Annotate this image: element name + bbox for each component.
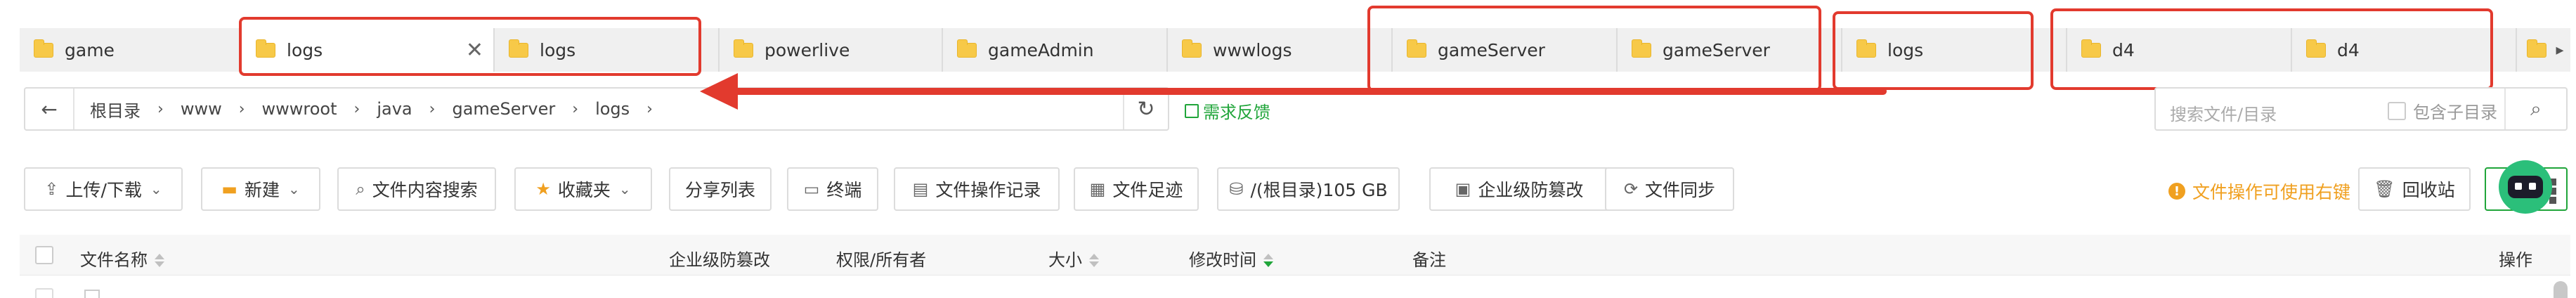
sort-icon[interactable] bbox=[1089, 254, 1099, 268]
file-footprint-label: 文件足迹 bbox=[1112, 180, 1183, 200]
assistant-robot-icon[interactable] bbox=[2499, 160, 2552, 214]
breadcrumb-item-java[interactable]: java bbox=[368, 99, 420, 119]
breadcrumb-item-www[interactable]: www bbox=[172, 99, 230, 119]
chevron-down-icon: ⌄ bbox=[150, 181, 162, 197]
operation-log-button[interactable]: ▤ 文件操作记录 bbox=[894, 167, 1060, 211]
chevron-down-icon: ⌄ bbox=[618, 181, 631, 197]
tamper-proof-label: 企业级防篡改 bbox=[1478, 180, 1584, 200]
column-size-label: 大小 bbox=[1048, 250, 1082, 270]
new-label: 新建 bbox=[244, 180, 280, 200]
chevron-right-icon: › bbox=[429, 100, 436, 118]
disk-icon: ⛁ bbox=[1229, 179, 1244, 199]
tamper-proof-button[interactable]: ▣ 企业级防篡改 bbox=[1429, 167, 1609, 211]
new-folder-icon: ▬ bbox=[221, 179, 238, 199]
upload-download-button[interactable]: ⇪ 上传/下载 ⌄ bbox=[24, 167, 183, 211]
column-header-actions: 操作 bbox=[2499, 250, 2532, 270]
chevron-right-icon[interactable]: ▸ bbox=[2549, 28, 2570, 72]
search-icon[interactable]: ⌕ bbox=[2504, 89, 2566, 129]
breadcrumb-path: 根目录 › www › wwwroot › java › gameServer … bbox=[82, 89, 661, 129]
column-header-tamper: 企业级防篡改 bbox=[669, 250, 770, 270]
folder-icon bbox=[34, 39, 53, 58]
star-icon: ★ bbox=[535, 179, 551, 199]
tab-game[interactable]: game bbox=[20, 28, 242, 72]
include-subdir-toggle[interactable]: 包含子目录 bbox=[2388, 98, 2497, 123]
folder-icon bbox=[734, 39, 753, 58]
content-search-label: 文件内容搜索 bbox=[372, 180, 478, 200]
chevron-right-icon: › bbox=[572, 100, 579, 118]
include-subdir-label: 包含子目录 bbox=[2413, 103, 2497, 122]
tab-label: wwwlogs bbox=[1213, 39, 1292, 60]
info-icon: ! bbox=[2168, 183, 2185, 200]
upload-icon: ⇪ bbox=[44, 179, 59, 199]
file-sync-button[interactable]: ⟳ 文件同步 bbox=[1605, 167, 1734, 211]
folder-icon bbox=[2527, 39, 2546, 58]
operation-log-label: 文件操作记录 bbox=[935, 180, 1041, 200]
annotation-arrow bbox=[700, 73, 1887, 110]
recycle-bin-label: 回收站 bbox=[2402, 180, 2455, 200]
robot-face bbox=[2508, 176, 2543, 198]
include-subdir-checkbox[interactable] bbox=[2388, 101, 2406, 120]
file-icon bbox=[84, 290, 100, 298]
annotation-box-d4 bbox=[2050, 8, 2493, 90]
back-arrow-icon[interactable]: ← bbox=[25, 89, 74, 129]
folder-icon bbox=[957, 39, 977, 58]
grid-icon bbox=[2549, 197, 2556, 204]
folder-icon bbox=[1182, 39, 1202, 58]
terminal-button[interactable]: ▭ 终端 bbox=[787, 167, 878, 211]
search-icon: ⌕ bbox=[356, 179, 365, 199]
sort-icon[interactable] bbox=[155, 254, 164, 268]
column-name-label: 文件名称 bbox=[80, 250, 148, 270]
column-header-permission: 权限/所有者 bbox=[836, 250, 927, 270]
content-search-button[interactable]: ⌕ 文件内容搜索 bbox=[337, 167, 496, 211]
terminal-label: 终端 bbox=[826, 180, 862, 200]
right-click-tip-label: 文件操作可使用右键 bbox=[2192, 182, 2351, 202]
search-box: 搜索文件/目录 包含子目录 ⌕ bbox=[2154, 87, 2568, 131]
breadcrumb-item-gameserver[interactable]: gameServer bbox=[443, 99, 564, 119]
file-footprint-button[interactable]: ▦ 文件足迹 bbox=[1074, 167, 1199, 211]
document-icon: ▤ bbox=[912, 179, 929, 199]
column-header-mtime[interactable]: 修改时间 bbox=[1189, 246, 1273, 271]
favorites-button[interactable]: ★ 收藏夹 ⌄ bbox=[514, 167, 652, 211]
select-all-checkbox[interactable] bbox=[35, 246, 53, 264]
tab-label: powerlive bbox=[765, 39, 850, 60]
calendar-icon: ▦ bbox=[1089, 179, 1106, 199]
column-header-remark: 备注 bbox=[1412, 250, 1446, 270]
column-header-size[interactable]: 大小 bbox=[1048, 246, 1099, 271]
new-button[interactable]: ▬ 新建 ⌄ bbox=[201, 167, 320, 211]
robot-eye bbox=[2515, 183, 2522, 190]
sort-desc-icon[interactable] bbox=[1263, 254, 1273, 268]
search-input[interactable]: 搜索文件/目录 bbox=[2170, 101, 2277, 125]
disk-button[interactable]: ⛁ /(根目录)105 GB bbox=[1217, 167, 1400, 211]
terminal-icon: ▭ bbox=[803, 179, 820, 199]
file-table-header: 文件名称 企业级防篡改 权限/所有者 大小 修改时间 备注 操作 bbox=[20, 235, 2570, 276]
chevron-right-icon: › bbox=[646, 100, 653, 118]
chevron-right-icon: › bbox=[238, 100, 245, 118]
breadcrumb-item-logs[interactable]: logs bbox=[587, 99, 638, 119]
share-list-label: 分享列表 bbox=[684, 180, 755, 200]
breadcrumb-item-root[interactable]: 根目录 bbox=[82, 97, 149, 122]
share-list-button[interactable]: 分享列表 bbox=[669, 167, 772, 211]
annotation-box-logs bbox=[239, 17, 701, 76]
tab-overflow[interactable] bbox=[2517, 28, 2552, 72]
recycle-bin-button[interactable]: 🗑 回收站 bbox=[2358, 167, 2471, 211]
chevron-right-icon: › bbox=[353, 100, 360, 118]
disk-label: /(根目录)105 GB bbox=[1250, 180, 1388, 200]
column-header-name[interactable]: 文件名称 bbox=[80, 246, 164, 271]
folder-sync-icon: ⟳ bbox=[1623, 179, 1639, 199]
row-checkbox[interactable] bbox=[35, 288, 53, 298]
chevron-right-icon: › bbox=[157, 100, 164, 118]
scrollbar[interactable] bbox=[2554, 281, 2568, 298]
tab-label: game bbox=[65, 39, 115, 60]
column-mtime-label: 修改时间 bbox=[1189, 250, 1256, 270]
right-click-tip: ! 文件操作可使用右键 bbox=[2168, 179, 2350, 204]
breadcrumb-item-wwwroot[interactable]: wwwroot bbox=[254, 99, 346, 119]
shield-doc-icon: ▣ bbox=[1455, 179, 1471, 199]
robot-eye bbox=[2529, 183, 2536, 190]
upload-download-label: 上传/下载 bbox=[65, 180, 142, 200]
chevron-down-icon: ⌄ bbox=[287, 181, 300, 197]
trash-icon: 🗑 bbox=[2374, 179, 2395, 199]
file-sync-label: 文件同步 bbox=[1645, 180, 1716, 200]
tab-label: gameAdmin bbox=[988, 39, 1094, 60]
favorites-label: 收藏夹 bbox=[557, 180, 611, 200]
